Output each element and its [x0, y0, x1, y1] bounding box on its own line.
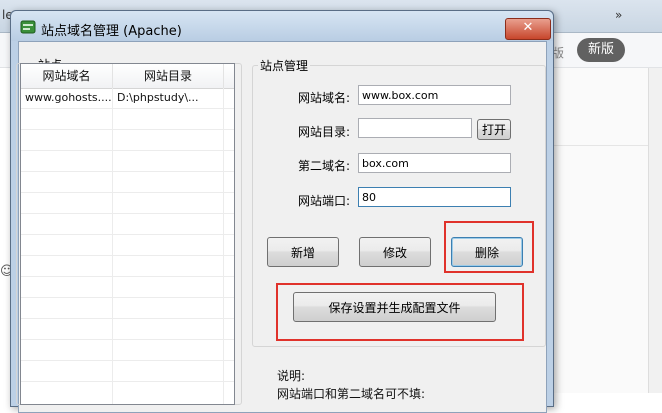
- browser-content-panel: [552, 68, 648, 393]
- empty-row: [21, 256, 234, 277]
- new-version-button[interactable]: 新版: [577, 38, 625, 62]
- empty-row: [21, 340, 234, 361]
- directory-label: 网站目录:: [297, 125, 350, 139]
- domain-input[interactable]: [358, 85, 511, 105]
- site-list-grid[interactable]: 网站域名 网站目录 www.gohosts.... D:\phpstudy\..…: [20, 63, 235, 405]
- domain-label: 网站域名:: [297, 91, 350, 105]
- empty-row: [21, 130, 234, 151]
- empty-row: [21, 109, 234, 130]
- empty-row: [21, 319, 234, 340]
- empty-row: [21, 151, 234, 172]
- more-tabs-chevron-icon[interactable]: »: [615, 8, 622, 22]
- empty-row: [21, 172, 234, 193]
- app-icon: [20, 20, 36, 34]
- empty-row: [21, 298, 234, 319]
- open-directory-button[interactable]: 打开: [477, 119, 511, 140]
- cell-directory: D:\phpstudy\...: [117, 91, 199, 104]
- add-button[interactable]: 新增: [267, 237, 339, 267]
- empty-row: [21, 193, 234, 214]
- second-domain-input[interactable]: [358, 153, 511, 173]
- empty-row: [21, 277, 234, 298]
- delete-highlight-box: [444, 221, 534, 273]
- list-header: 网站域名 网站目录: [21, 64, 234, 89]
- manage-group-legend: 站点管理: [258, 57, 311, 74]
- cell-domain: www.gohosts....: [25, 91, 111, 104]
- save-highlight-box: [276, 283, 524, 341]
- notes-label: 说明:: [277, 369, 306, 383]
- empty-row: [21, 214, 234, 235]
- directory-input[interactable]: [358, 118, 472, 138]
- port-input[interactable]: [358, 187, 511, 207]
- divider: [552, 145, 648, 146]
- port-label: 网站端口:: [297, 194, 350, 208]
- modify-button[interactable]: 修改: [359, 237, 431, 267]
- table-row[interactable]: www.gohosts.... D:\phpstudy\...: [21, 88, 234, 109]
- empty-row: [21, 235, 234, 256]
- notes-text: 网站端口和第二域名可不填:: [277, 387, 426, 401]
- second-domain-label: 第二域名:: [297, 159, 350, 173]
- column-header-domain[interactable]: 网站域名: [21, 64, 113, 88]
- column-header-directory[interactable]: 网站目录: [113, 64, 224, 88]
- window-title: 站点域名管理 (Apache): [41, 24, 182, 39]
- close-button[interactable]: ✕: [505, 18, 551, 40]
- browser-scrollbar[interactable]: [648, 68, 662, 393]
- title-bar[interactable]: 站点域名管理 (Apache): [11, 11, 553, 41]
- empty-row: [21, 361, 234, 382]
